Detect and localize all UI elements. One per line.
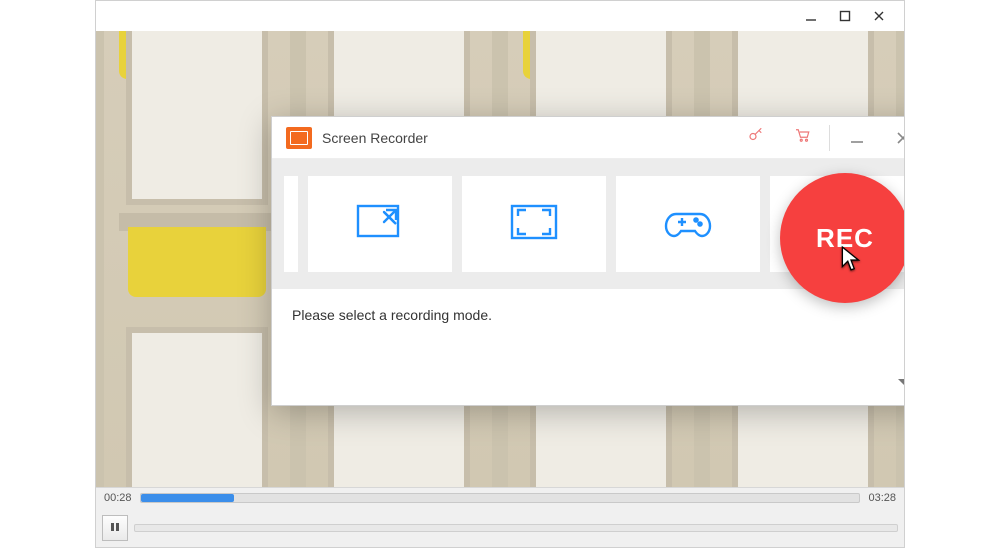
recorder-minimize-button[interactable] (834, 117, 880, 159)
media-player-window: Screen Recorder (95, 0, 905, 548)
maximize-button[interactable] (828, 2, 862, 30)
time-current: 00:28 (104, 492, 132, 504)
mode-fullscreen-button[interactable] (462, 176, 606, 272)
close-button[interactable] (862, 2, 896, 30)
pause-icon (110, 519, 120, 537)
screen-recorder-logo-icon (286, 127, 312, 149)
seek-bar[interactable] (140, 493, 861, 503)
volume-slider[interactable] (134, 524, 898, 532)
custom-area-icon (352, 198, 408, 251)
minimize-button[interactable] (794, 2, 828, 30)
pause-button[interactable] (102, 515, 128, 541)
record-button[interactable]: REC (780, 173, 904, 303)
expand-options-button[interactable] (896, 375, 904, 393)
recorder-hint-text: Please select a recording mode. (272, 289, 904, 341)
player-titlebar (96, 1, 904, 31)
key-icon (747, 126, 765, 149)
gamepad-icon (660, 198, 716, 251)
mode-scroll-left[interactable] (284, 176, 298, 272)
screen-recorder-dialog: Screen Recorder (271, 116, 904, 406)
mode-custom-area-button[interactable] (308, 176, 452, 272)
record-button-label: REC (816, 223, 874, 254)
shop-button[interactable] (779, 117, 825, 159)
video-area[interactable]: Screen Recorder (96, 31, 904, 487)
recorder-titlebar: Screen Recorder (272, 117, 904, 159)
cart-icon (793, 126, 811, 149)
recorder-close-button[interactable] (880, 117, 904, 159)
player-controls: 00:28 03:28 (96, 487, 904, 547)
fullscreen-icon (506, 198, 562, 251)
license-key-button[interactable] (733, 117, 779, 159)
time-total: 03:28 (868, 492, 896, 504)
seek-bar-fill (141, 494, 234, 502)
chevron-down-icon (896, 375, 904, 392)
recorder-title: Screen Recorder (322, 130, 428, 146)
mode-game-button[interactable] (616, 176, 760, 272)
